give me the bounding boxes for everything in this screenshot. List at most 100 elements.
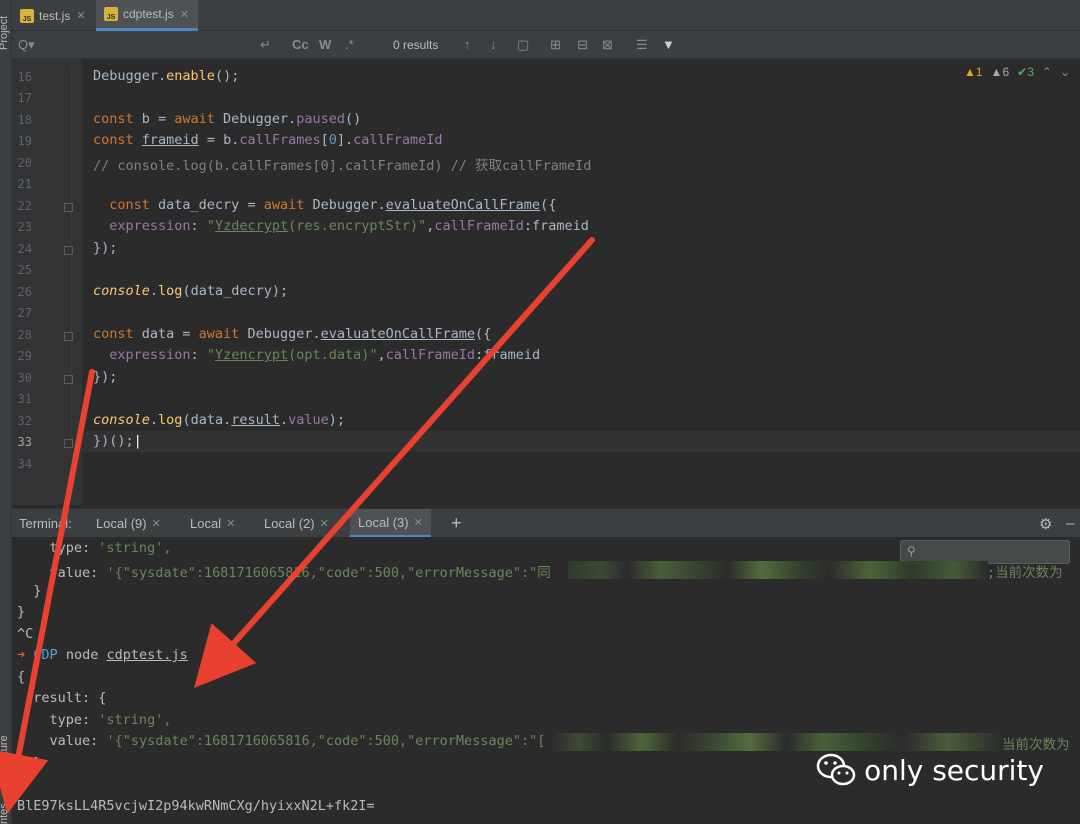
line-number: 21 — [17, 177, 32, 191]
regex-toggle[interactable]: .* — [345, 37, 354, 52]
close-icon[interactable]: ✕ — [414, 516, 423, 529]
terminal-tab-bar: Terminal: Local (9) ✕ Local ✕ Local (2) ✕ L… — [12, 508, 1080, 538]
typo-count: ✔3 — [1017, 65, 1034, 79]
close-icon[interactable]: ✕ — [320, 517, 329, 530]
fold-marker[interactable] — [64, 439, 73, 448]
error-count: ▲1 — [963, 65, 983, 79]
tab-terminal-local-9[interactable]: Local (9) ✕ — [96, 509, 161, 538]
term-line: } — [17, 776, 26, 792]
js-file-icon: JS — [104, 7, 118, 21]
tab-test-js[interactable]: JS test.js ✕ — [12, 0, 94, 31]
editor-tab-bar: JS test.js ✕ JS cdptest.js ✕ — [12, 0, 1080, 31]
project-tool-label[interactable]: Project — [0, 16, 10, 50]
tab-label: cdptest.js — [123, 7, 174, 21]
line-number: 30 — [17, 371, 32, 385]
terminal-title: Terminal: — [19, 516, 72, 531]
term-output-base64: BlE97ksLL4R5vcjwI2p94kwRNmCXg/hyixxN2L+f… — [17, 798, 375, 814]
line-number: 23 — [17, 220, 32, 234]
code-line-20: // console.log(b.callFrames[0].callFrame… — [93, 158, 592, 174]
filter-settings-icon[interactable]: ☰ — [636, 37, 648, 53]
line-number: 24 — [17, 242, 32, 256]
match-case-toggle[interactable]: Cc — [292, 37, 309, 52]
select-all-icon[interactable]: ▢ — [517, 37, 529, 53]
select-all-occurrences-icon[interactable]: ⊠ — [602, 37, 613, 53]
term-line: } — [17, 755, 42, 771]
search-icon: ⚲ — [907, 544, 916, 558]
line-number: 25 — [17, 263, 32, 277]
minimize-icon[interactable]: – — [1066, 509, 1074, 538]
words-toggle[interactable]: W — [319, 37, 331, 52]
add-selection-icon[interactable]: ⊞ — [550, 37, 561, 53]
term-line: } — [17, 604, 26, 620]
term-prompt-line: ➜ CDP node cdptest.js — [17, 647, 188, 663]
term-line: ^C — [17, 626, 34, 642]
code-line-19: const frameid = b.callFrames[0].callFram… — [93, 132, 443, 148]
line-number: 18 — [17, 113, 32, 127]
redacted-block — [568, 561, 988, 579]
gear-icon[interactable]: ⚙ — [1039, 509, 1052, 538]
line-number: 34 — [17, 457, 32, 471]
prev-occurrence-icon[interactable]: ↑ — [464, 37, 471, 52]
new-terminal-button[interactable]: + — [451, 509, 462, 538]
term-line: type: 'string', — [49, 540, 172, 556]
results-count: 0 results — [393, 38, 439, 52]
line-number: 16 — [17, 70, 32, 84]
fold-marker[interactable] — [64, 246, 73, 255]
term-line: value: '{"sysdate":1681716065816,"code":… — [49, 733, 546, 749]
tab-label: test.js — [39, 8, 71, 23]
js-file-icon: JS — [20, 8, 34, 23]
code-line-28: const data = await Debugger.evaluateOnCa… — [93, 326, 492, 342]
code-line-22: const data_decry = await Debugger.evalua… — [109, 197, 557, 213]
code-line-16: Debugger.enable(); — [93, 68, 240, 84]
term-line-tail: 当前次数为 — [1002, 737, 1070, 753]
inspection-widget[interactable]: ▲1 ▲6 ✔3 ⌃ ⌄ — [964, 65, 1070, 79]
fold-marker[interactable] — [64, 203, 73, 212]
favorites-tool-label[interactable]: rites — [0, 803, 10, 824]
tab-terminal-local-3[interactable]: Local (3) ✕ — [350, 509, 431, 538]
search-icon[interactable]: Q▾ — [18, 37, 35, 53]
chevron-up-icon[interactable]: ⌃ — [1042, 65, 1052, 79]
term-line: type: 'string', — [49, 712, 172, 728]
line-number: 28 — [17, 328, 32, 342]
line-number: 27 — [17, 306, 32, 320]
line-number: 20 — [17, 156, 32, 170]
line-number: 22 — [17, 199, 32, 213]
code-editor[interactable]: ▲1 ▲6 ✔3 ⌃ ⌄ 16 17 18 19 20 21 22 23 24 … — [12, 59, 1080, 505]
close-icon[interactable]: ✕ — [226, 517, 235, 530]
chevron-down-icon[interactable]: ⌄ — [1060, 65, 1070, 79]
code-line-26: console.log(data_decry); — [93, 283, 289, 299]
code-line-18: const b = await Debugger.paused() — [93, 111, 362, 127]
structure-tool-label[interactable]: Structure — [0, 735, 10, 780]
watermark: only security — [816, 752, 1044, 788]
term-line: } — [17, 583, 42, 599]
fold-marker[interactable] — [64, 332, 73, 341]
wechat-icon — [816, 753, 856, 786]
line-number-current: 33 — [17, 435, 32, 449]
tab-cdptest-js[interactable]: JS cdptest.js ✕ — [96, 0, 198, 31]
filter-icon[interactable]: ▼ — [662, 37, 675, 52]
tab-terminal-local-2[interactable]: Local (2) ✕ — [264, 509, 329, 538]
code-line-24: }); — [93, 240, 118, 256]
close-icon[interactable]: ✕ — [152, 517, 161, 530]
close-icon[interactable]: ✕ — [180, 8, 189, 21]
line-number: 19 — [17, 134, 32, 148]
remove-selection-icon[interactable]: ⊟ — [577, 37, 588, 53]
line-number: 26 — [17, 285, 32, 299]
term-line: value: '{"sysdate":1681716065816,"code":… — [49, 565, 551, 581]
line-number: 32 — [17, 414, 32, 428]
close-icon[interactable]: ✕ — [76, 9, 85, 22]
code-line-29: expression: "Yzencrypt(opt.data)",callFr… — [109, 347, 541, 363]
tab-terminal-local[interactable]: Local ✕ — [190, 509, 235, 538]
next-occurrence-icon[interactable]: ↓ — [490, 37, 497, 52]
line-number: 31 — [17, 392, 32, 406]
line-number: 17 — [17, 91, 32, 105]
term-line: { — [17, 669, 26, 685]
term-line: result: { — [33, 690, 107, 706]
code-line-23: expression: "Yzdecrypt(res.encryptStr)",… — [109, 218, 589, 234]
code-line-30: }); — [93, 369, 118, 385]
clear-history-icon[interactable]: ↵ — [260, 37, 271, 53]
line-number: 29 — [17, 349, 32, 363]
left-tool-strip: Project Structure rites — [0, 0, 12, 824]
code-line-32: console.log(data.result.value); — [93, 412, 346, 428]
fold-marker[interactable] — [64, 375, 73, 384]
